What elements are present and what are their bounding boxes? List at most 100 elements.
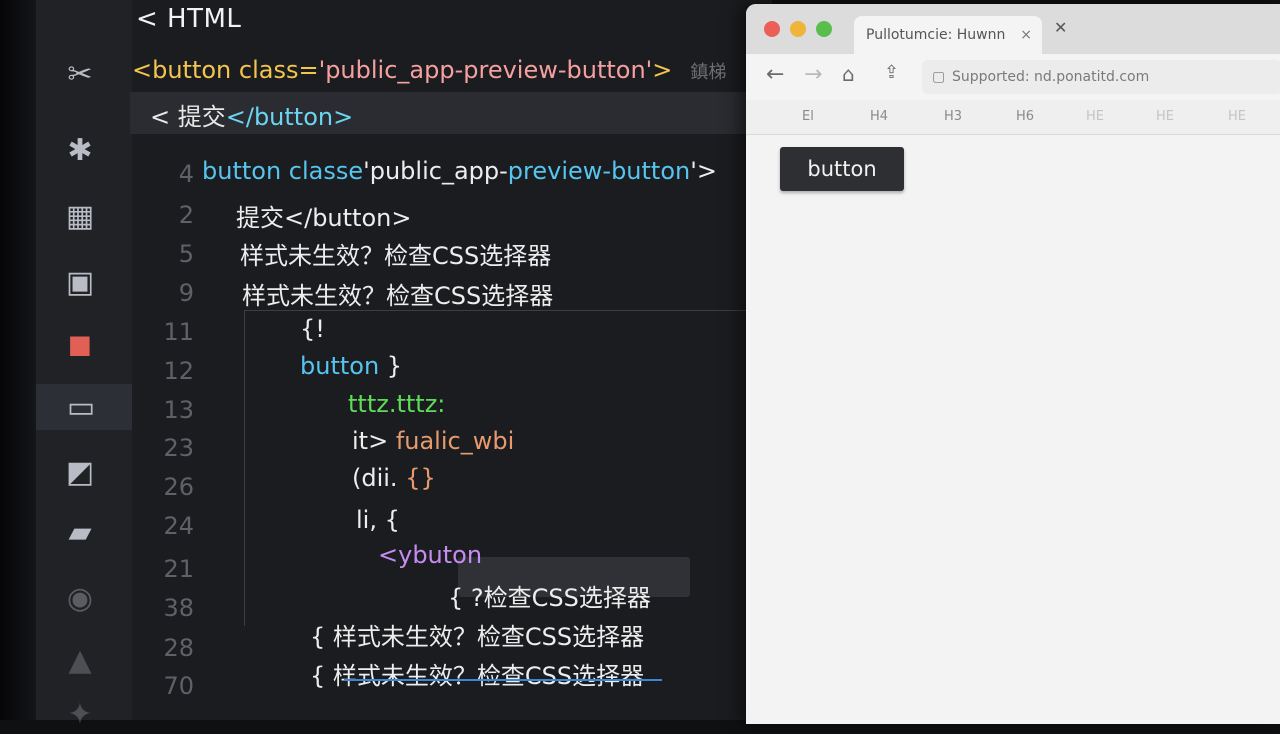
code-token: '> [690,157,717,185]
maximize-window-icon[interactable] [816,21,832,37]
minimize-window-icon[interactable] [790,21,806,37]
line-number: 12 [163,357,194,385]
monitor-bezel [0,0,36,720]
code-token: buton [412,541,483,569]
puzzle-icon[interactable]: ✱ [58,130,102,170]
line-number: 28 [163,634,194,662]
preview-button[interactable]: button [780,147,904,191]
new-tab-icon[interactable]: ✕ [1054,18,1067,37]
bookmark-item[interactable]: HE [1086,109,1104,124]
code-line: (dii. {} [352,464,436,492]
forward-arrow-icon[interactable]: → [804,62,822,87]
bell-icon[interactable]: ▲ [58,640,102,680]
line-number: 23 [163,434,194,462]
tag-close: > [652,56,673,84]
code-token: 'public_app- [363,157,508,185]
browser-viewport: button [746,135,1280,724]
code-token: tttz.tttz: [348,390,446,418]
code-line: <ybuton [378,541,482,569]
bookmark-item[interactable]: HE [1156,109,1174,124]
file-icon[interactable]: ▣ [58,262,102,302]
code-token: <y [378,541,413,569]
browser-window: Pullotumcie: Huwnn × ✕ ← → ⌂ ⇪ ▢ Support… [746,4,1280,724]
browser-tab-title: Pullotumcie: Huwnn [866,27,1006,43]
line-number: 11 [163,318,194,346]
code-line: { 样式未生效？检查CSS选择器 [310,617,644,652]
line-number: 21 [163,555,194,583]
faint-text: 鎮梯 [690,62,727,83]
star-icon[interactable]: ✦ [58,694,102,734]
tab-close-icon[interactable]: × [1020,16,1032,54]
line-number: 4 [178,160,194,188]
code-line: it> fualic_wbi [352,427,514,455]
code-line: 样式未生效？检查CSS选择器 [240,236,551,271]
layout-icon[interactable]: ▦ [58,196,102,236]
line-number: 70 [163,672,194,700]
wrench-icon[interactable]: ✂ [58,54,102,94]
terminal-icon[interactable]: ▰ [58,512,102,552]
code-line: {! [300,315,325,343]
activity-bar: ✂ ✱ ▦ ▣ ◼ ▭ ◩ ▰ ◉ ▲ ✦ [36,0,133,732]
code-line: li, { [356,506,400,534]
line-number: 5 [178,240,194,268]
code-token: {! [300,315,325,343]
code-token: preview-button [507,157,691,185]
browser-navbar: ← → ⌂ ⇪ ▢ Supported: nd.ponatitd.com [746,54,1280,100]
back-arrow-icon[interactable]: ← [766,62,784,87]
code-token: { ?检查CSS选择器 [448,584,651,612]
lock-icon: ▢ [932,69,946,85]
bookmark-item[interactable]: H3 [944,109,962,124]
address-bar[interactable]: ▢ Supported: nd.ponatitd.com [922,60,1280,94]
code-token: fualic_wbi [388,427,515,455]
code-line-button-open: <button class='public_app-preview-button… [132,56,726,84]
code-token: (dii. [352,464,398,492]
home-icon[interactable]: ⌂ [842,62,855,86]
code-line: button classe'public_app-preview-button'… [202,157,717,185]
code-token: 样式未生效？检查CSS选择器 [240,242,552,270]
editor-tab-title[interactable]: < HTML [136,4,241,34]
bookmark-item[interactable]: H6 [1016,109,1034,124]
browser-titlebar: Pullotumcie: Huwnn × ✕ [746,4,1280,54]
code-line: tttz.tttz: [348,390,445,418]
share-icon[interactable]: ⇪ [884,62,899,83]
code-line: 提交</button> [236,198,411,233]
chat-icon[interactable]: ▭ [36,384,132,430]
code-token: it> [352,427,389,455]
browser-tab[interactable]: Pullotumcie: Huwnn × [854,16,1042,54]
line-number: 9 [178,279,194,307]
code-token: { 样式未生效？检查CSS选择器 [310,623,645,651]
code-line: { 样式未生效？检查CSS选择器 [310,656,644,691]
url-text: Supported: nd.ponatitd.com [952,69,1150,85]
cursor-underline [344,679,662,681]
bookmark-item[interactable]: H4 [870,109,888,124]
code-token: {} [397,464,436,492]
code-line: { ?检查CSS选择器 [448,578,651,613]
line-number: 38 [163,594,194,622]
close-tag: </button> [225,103,354,131]
line-number: 2 [178,201,194,229]
code-line: button } [300,352,402,380]
code-line: 样式未生效？检查CSS选择器 [242,276,553,311]
bookmarks-bar: El H4 H3 H6 HE HE HE [746,100,1280,135]
tag-open: <button class= [132,56,319,84]
bookmark-item[interactable]: HE [1228,109,1246,124]
close-window-icon[interactable] [764,21,780,37]
line-number: 13 [163,396,194,424]
code-token: { 样式未生效？检查CSS选择器 [310,662,645,690]
class-value: 'public_app-preview-button' [318,56,653,84]
code-token: 样式未生效？检查CSS选择器 [242,282,554,310]
code-token: li, { [356,506,400,534]
lt-symbol: < [150,103,178,131]
line-number: 24 [163,512,194,540]
line-number: 26 [163,473,194,501]
code-token: button [300,352,380,380]
extensions-icon[interactable]: ◼ [58,324,102,364]
code-token: button classe [202,157,364,185]
code-token: } [379,352,403,380]
code-line-submit: < 提交</button> [150,97,353,132]
cloud-icon[interactable]: ◩ [58,452,102,492]
submit-text: 提交 [177,103,226,131]
bookmark-item[interactable]: El [802,109,814,124]
globe-icon[interactable]: ◉ [58,578,102,618]
code-token: 提交</button> [236,204,412,232]
